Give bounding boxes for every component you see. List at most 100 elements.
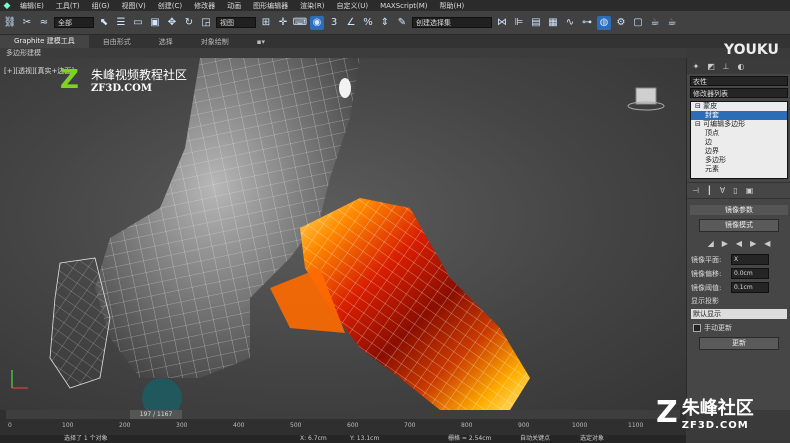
reference-coord-dropdown[interactable]: 视图 [216, 17, 256, 28]
mirror-paste-bones-icon[interactable]: ◀ [764, 239, 770, 248]
configure-sets-icon[interactable]: ▣ [746, 186, 754, 195]
stack-item-vertex[interactable]: 顶点 [691, 129, 787, 138]
select-manipulate-icon[interactable]: ✛ [276, 16, 290, 30]
remove-modifier-icon[interactable]: ▯ [733, 186, 737, 195]
mirror-threshold-spinner[interactable]: 0.1cm [731, 282, 769, 293]
modify-tab-icon[interactable]: ◩ [706, 61, 716, 71]
perspective-viewport[interactable]: [+][透视][真实+边面] Z 朱峰视频教程社区 ZF3D.COM [0, 58, 686, 410]
graphite-toggle-icon[interactable]: ▦ [546, 16, 560, 30]
tick-label: 1000 [572, 422, 588, 429]
render-frame-icon[interactable]: ▢ [631, 16, 645, 30]
motion-tab-icon[interactable]: ◐ [736, 61, 746, 71]
move-icon[interactable]: ✥ [165, 16, 179, 30]
modifier-list-dropdown[interactable]: 修改器列表 [690, 88, 788, 98]
link-icon[interactable]: ⛓ [3, 16, 17, 30]
stack-item-edit-poly[interactable]: ⊟ 可编辑多边形 [691, 120, 787, 129]
snap-toggle-icon[interactable]: ◉ [310, 15, 324, 30]
mirror-icon[interactable]: ⋈ [495, 16, 509, 30]
mirror-paste-icon[interactable]: ◢ [708, 239, 714, 248]
watermark-en: ZF3D.COM [91, 83, 152, 94]
display-projection-dropdown[interactable]: 默认显示 [691, 309, 787, 319]
checkbox-box[interactable] [693, 324, 701, 332]
hierarchy-tab-icon[interactable]: ⊥ [721, 61, 731, 71]
zf3d-logo-en: ZF3D.COM [681, 420, 749, 431]
stack-item-border[interactable]: 边界 [691, 147, 787, 156]
menu-graph-editors[interactable]: 图形编辑器 [247, 1, 294, 11]
menu-help[interactable]: 帮助(H) [434, 1, 471, 11]
edit-named-sel-icon[interactable]: ✎ [395, 16, 409, 30]
make-unique-icon[interactable]: ∀ [720, 186, 725, 195]
stack-item-polygon[interactable]: 多边形 [691, 156, 787, 165]
menu-customize[interactable]: 自定义(U) [330, 1, 374, 11]
render-setup-icon[interactable]: ⚙ [614, 16, 628, 30]
tab-graphite[interactable]: Graphite 建模工具 [0, 35, 89, 48]
material-editor-icon[interactable]: ◍ [597, 15, 611, 30]
menu-create[interactable]: 创建(C) [152, 1, 188, 11]
mirror-offset-spinner[interactable]: 0.0cm [731, 268, 769, 279]
tab-selection[interactable]: 选择 [145, 37, 187, 47]
menu-edit[interactable]: 编辑(E) [14, 1, 50, 11]
menu-animation[interactable]: 动画 [221, 1, 247, 11]
ribbon-options-icon[interactable]: ▪▾ [243, 38, 279, 46]
coord-y[interactable]: Y: 13.1cm [350, 435, 379, 443]
manual-update-checkbox[interactable]: 手动更新 [693, 323, 785, 333]
show-end-result-icon[interactable]: ┃ [707, 186, 712, 195]
coord-x[interactable]: X: 6.7cm [300, 435, 327, 443]
mirror-plane-dropdown[interactable]: X [731, 254, 769, 265]
mirror-params-rollout[interactable]: 镜像参数 [690, 205, 788, 215]
tick-label: 300 [176, 422, 188, 429]
percent-snap-icon[interactable]: % [361, 16, 375, 30]
track-bar[interactable]: 0 100 200 300 400 500 600 700 800 900 10… [6, 422, 680, 432]
auto-key-button[interactable]: 自动关键点 [520, 435, 550, 443]
tab-freeform[interactable]: 自由形式 [89, 37, 145, 47]
mirror-paste-verts-icon[interactable]: ▶ [750, 239, 756, 248]
ribbon-subbar[interactable]: 多边形建模 [0, 48, 686, 58]
update-button[interactable]: 更新 [699, 337, 779, 350]
rect-select-icon[interactable]: ▭ [131, 16, 145, 30]
angle-snap-icon[interactable]: ∠ [344, 16, 358, 30]
named-selection-dropdown[interactable]: 创建选择集 [412, 17, 492, 28]
object-name-field[interactable]: 衣性 [690, 76, 788, 86]
rotate-icon[interactable]: ↻ [182, 16, 196, 30]
spinner-snap-icon[interactable]: ⇕ [378, 16, 392, 30]
time-slider-thumb[interactable]: 197 / 1167 [130, 410, 182, 419]
stack-item-element[interactable]: 元素 [691, 165, 787, 174]
tick-label: 700 [404, 422, 416, 429]
menu-maxscript[interactable]: MAXScript(M) [374, 2, 433, 10]
create-tab-icon[interactable]: ✦ [691, 61, 701, 71]
curve-editor-icon[interactable]: ∿ [563, 16, 577, 30]
bind-icon[interactable]: ≈ [37, 16, 51, 30]
mirror-paste-green-icon[interactable]: ▶ [722, 239, 728, 248]
window-crossing-icon[interactable]: ▣ [148, 16, 162, 30]
pin-stack-icon[interactable]: ⊣ [692, 186, 699, 195]
scale-icon[interactable]: ◲ [199, 16, 213, 30]
set-key-filter-dropdown[interactable]: 选定对象 [580, 435, 604, 443]
select-icon[interactable]: ⬉ [97, 16, 111, 30]
align-icon[interactable]: ⊫ [512, 16, 526, 30]
render-production-icon[interactable]: ☕ [665, 16, 679, 30]
selection-filter-dropdown[interactable]: 全部 [54, 17, 94, 28]
stack-item-envelope[interactable]: 封套 [691, 111, 787, 120]
app-logo-icon[interactable]: ◆ [0, 0, 14, 11]
menu-tools[interactable]: 工具(T) [50, 1, 86, 11]
mirror-paste-blue-icon[interactable]: ◀ [736, 239, 742, 248]
select-by-name-icon[interactable]: ☰ [114, 16, 128, 30]
menu-group[interactable]: 组(G) [86, 1, 116, 11]
unlink-icon[interactable]: ✂ [20, 16, 34, 30]
menu-view[interactable]: 视图(V) [116, 1, 152, 11]
menu-modifiers[interactable]: 修改器 [188, 1, 221, 11]
layer-icon[interactable]: ▤ [529, 16, 543, 30]
keyboard-shortcut-icon[interactable]: ⌨ [293, 16, 307, 30]
zf3d-z-icon: Z [656, 394, 678, 430]
mirror-mode-button[interactable]: 镜像模式 [699, 219, 779, 232]
stack-item-skin[interactable]: ⊟ 蒙皮 [691, 102, 787, 111]
tab-object-paint[interactable]: 对象绘制 [187, 37, 243, 47]
render-icon[interactable]: ☕ [648, 16, 662, 30]
stack-item-edge[interactable]: 边 [691, 138, 787, 147]
time-slider[interactable]: 197 / 1167 [6, 410, 680, 419]
tick-label: 500 [290, 422, 302, 429]
schematic-view-icon[interactable]: ⊶ [580, 16, 594, 30]
snap-3d-icon[interactable]: 3 [327, 16, 341, 30]
menu-rendering[interactable]: 渲染(R) [294, 1, 330, 11]
pivot-icon[interactable]: ⊞ [259, 16, 273, 30]
